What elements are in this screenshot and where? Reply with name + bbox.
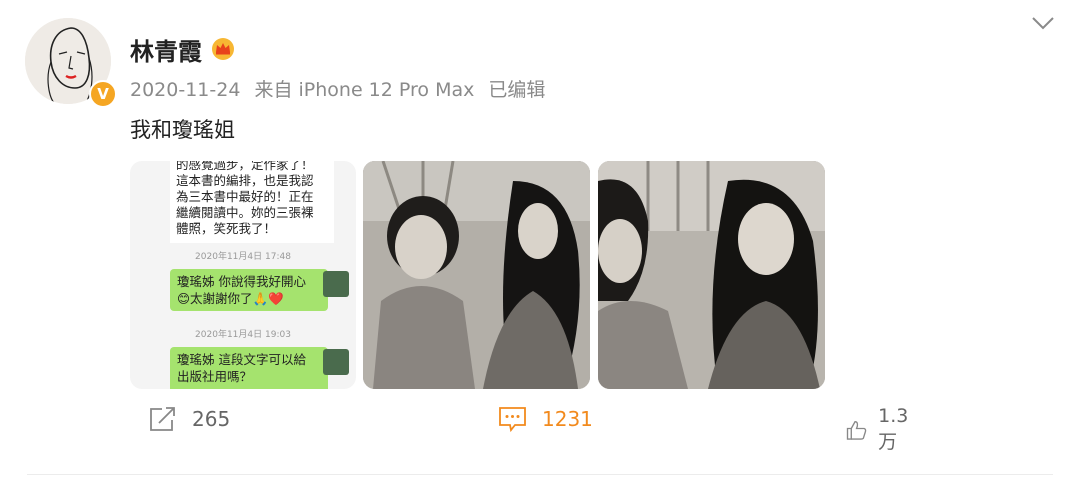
chat-timestamp: 2020年11月4日 17:48 [195, 252, 291, 262]
sepia-portrait-image [363, 161, 590, 389]
chat-line: 出版社用嗎？ [177, 369, 253, 384]
chat-line: 的感覺過步，定作家了！ [176, 161, 314, 172]
share-arrow-icon [150, 407, 175, 431]
like-button[interactable]: 1.3万 [846, 405, 915, 454]
sepia-portrait-image [598, 161, 825, 389]
chevron-down-icon[interactable] [1030, 12, 1056, 34]
chat-message-received: 的感覺過步，定作家了！ 這本書的編排，也是我認 為三本書中最好的！正在 繼續閱讀… [170, 161, 334, 243]
chat-line: 這本書的編排，也是我認 [176, 173, 314, 188]
crown-icon[interactable] [210, 36, 236, 60]
divider [27, 474, 1053, 475]
chat-line: 體照，笑死我了！ [176, 221, 277, 236]
chat-line: 瓊瑤姊 你說得我好開心 [177, 274, 306, 289]
chat-message-sent: 瓊瑤姊 這段文字可以給 出版社用嗎？ [170, 347, 328, 389]
post-image-chat-screenshot[interactable]: 的感覺過步，定作家了！ 這本書的編排，也是我認 為三本書中最好的！正在 繼續閱讀… [130, 161, 356, 389]
chat-line: 為三本書中最好的！正在 [176, 189, 314, 204]
post-edited[interactable]: 已编辑 [488, 79, 545, 101]
post-source: 来自 iPhone 12 Pro Max [254, 79, 475, 101]
chat-avatar [323, 349, 349, 375]
comment-button[interactable]: 1231 [498, 405, 593, 433]
username[interactable]: 林青霞 [130, 32, 202, 67]
repost-count: 265 [192, 407, 231, 431]
post-meta: 2020-11-24 来自 iPhone 12 Pro Max 已编辑 [130, 75, 553, 102]
comment-count: 1231 [542, 407, 593, 431]
chat-avatar [323, 271, 349, 297]
like-count: 1.3万 [878, 405, 909, 453]
post-date: 2020-11-24 [130, 79, 241, 101]
chat-line: 😊太謝謝你了🙏❤️ [177, 291, 284, 306]
thumbs-up-icon [846, 420, 867, 440]
chat-line: 瓊瑤姊 這段文字可以給 [177, 352, 306, 367]
chat-timestamp: 2020年11月4日 19:03 [195, 330, 291, 340]
repost-button[interactable]: 265 [148, 405, 230, 433]
chat-line: 繼續閱讀中。妳的三張裸 [176, 205, 314, 220]
chat-message-sent: 瓊瑤姊 你說得我好開心 😊太謝謝你了🙏❤️ [170, 269, 328, 311]
comment-bubble-icon [499, 407, 526, 433]
post-image-photo-2[interactable] [363, 161, 590, 389]
verified-v-icon: V [89, 80, 117, 108]
post-image-photo-3[interactable] [598, 161, 825, 389]
post-text: 我和瓊瑤姐 [130, 118, 235, 142]
